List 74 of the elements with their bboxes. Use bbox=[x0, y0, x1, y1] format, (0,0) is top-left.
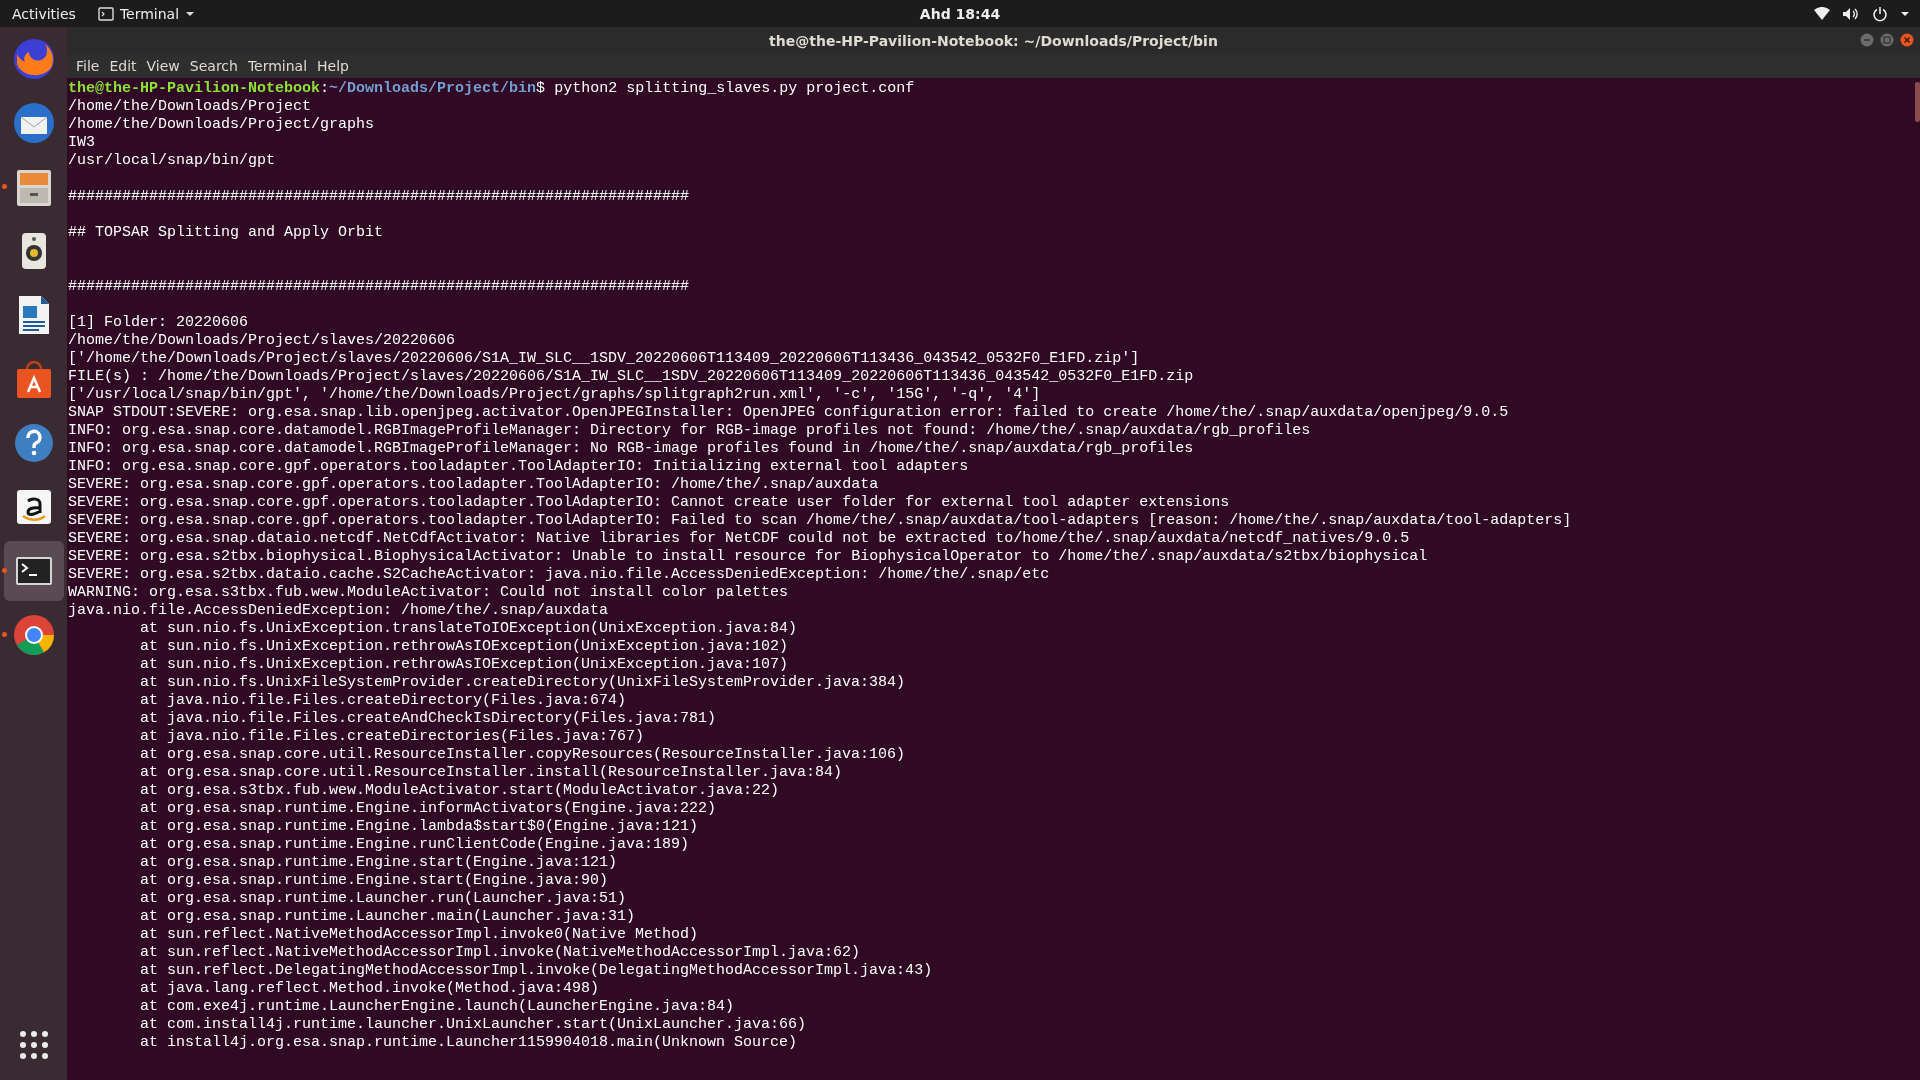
output-line: SNAP STDOUT:SEVERE: org.esa.snap.lib.openjpeg.activator.OpenJPEGInstaller: OpenJPEG configuration error: failed to create /home/the/.snap/auxdata/openjpeg/9.0.5 bbox=[68, 404, 1509, 422]
stack-trace-line: at org.esa.snap.core.util.ResourceInstaller.install(ResourceInstaller.java:84) bbox=[140, 764, 843, 782]
app-grid-icon[interactable] bbox=[18, 1030, 49, 1060]
menu-item[interactable]: View bbox=[141, 58, 185, 74]
menu-item[interactable]: File bbox=[71, 58, 105, 74]
output-line: SEVERE: org.esa.snap.core.gpf.operators.tooladapter.ToolAdapterIO: Failed to scan /home/the/.snap/auxdata/tool-adapters [reason: /home/the/.snap/auxdata/tool-adapters] bbox=[68, 512, 1572, 530]
output-line: ##################################################################### bbox=[68, 278, 690, 296]
stack-trace-line: at org.esa.snap.runtime.Engine.informActivators(Engine.java:222) bbox=[140, 800, 717, 818]
power-icon[interactable] bbox=[1872, 5, 1888, 22]
minimize-button[interactable] bbox=[1860, 33, 1874, 47]
stack-trace-line: at install4j.org.esa.snap.runtime.Launcher1159904018.main(Unknown Source) bbox=[140, 1034, 798, 1052]
output-line: SEVERE: org.esa.snap.dataio.netcdf.NetCdfActivator: Native libraries for NetCDF could not be extracted to/home/the/.snap/auxdata/netcdf_natives/9.0.5 bbox=[68, 530, 1410, 548]
output-line: INFO: org.esa.snap.core.datamodel.RGBImageProfileManager: No RGB-image profiles found in /home/the/.snap/auxdata/rgb_profiles bbox=[68, 440, 1194, 458]
dock-item[interactable] bbox=[3, 541, 64, 601]
stack-trace-line: at org.esa.snap.runtime.Engine.start(Engine.java:121) bbox=[140, 854, 618, 872]
output-line: /home/the/Downloads/Project bbox=[68, 98, 312, 116]
menu-item[interactable]: Terminal bbox=[242, 58, 313, 74]
stack-trace-line: at java.nio.file.Files.createAndCheckIsDirectory(Files.java:781) bbox=[140, 710, 717, 728]
output-line: WARNING: org.esa.s3tbx.fub.wew.ModuleActivator: Could not install color palettes bbox=[68, 584, 789, 602]
stack-trace-line: at sun.reflect.NativeMethodAccessorImpl.invoke0(Native Method) bbox=[140, 926, 699, 944]
volume-icon[interactable] bbox=[1842, 6, 1860, 21]
stack-trace-line: at sun.nio.fs.UnixException.translateToIOException(UnixException.java:84) bbox=[140, 620, 798, 638]
output-line: /home/the/Downloads/Project/graphs bbox=[68, 116, 375, 134]
stack-trace-line: at sun.reflect.DelegatingMethodAccessorImpl.invoke(DelegatingMethodAccessorImpl.java:43) bbox=[140, 962, 933, 980]
stack-trace-line: at com.exe4j.runtime.LauncherEngine.launch(LauncherEngine.java:84) bbox=[140, 998, 735, 1016]
stack-trace-line: at java.nio.file.Files.createDirectory(Files.java:674) bbox=[140, 692, 627, 710]
output-line: /usr/local/snap/bin/gpt bbox=[68, 152, 276, 170]
caret-icon bbox=[185, 10, 196, 17]
close-button[interactable] bbox=[1900, 33, 1914, 47]
running-indicator bbox=[1, 632, 7, 637]
output-line: IW3 bbox=[68, 134, 95, 152]
maximize-button[interactable] bbox=[1880, 33, 1894, 47]
menu-item[interactable]: Edit bbox=[104, 58, 142, 74]
stack-trace-line: at sun.nio.fs.UnixFileSystemProvider.createDirectory(UnixFileSystemProvider.java:384) bbox=[140, 674, 906, 692]
stack-trace-line: at org.esa.snap.runtime.Launcher.main(Launcher.java:31) bbox=[140, 908, 636, 926]
output-line: SEVERE: org.esa.snap.core.gpf.operators.tooladapter.ToolAdapterIO: /home/the/.snap/auxdata bbox=[68, 476, 879, 494]
scrollbar-thumb[interactable] bbox=[1915, 82, 1920, 122]
stack-trace-line: at org.esa.snap.core.util.ResourceInstaller.copyResources(ResourceInstaller.java:106) bbox=[140, 746, 906, 764]
output-line: ['/usr/local/snap/bin/gpt', '/home/the/Downloads/Project/graphs/splitgraph2run.xml', '-c', '15G', '-q', '4'] bbox=[68, 386, 1041, 404]
activities-button[interactable]: Activities bbox=[0, 5, 88, 22]
clock[interactable]: Ahd 18:44 bbox=[919, 5, 1001, 22]
menu-item[interactable]: Search bbox=[184, 58, 243, 74]
output-line: FILE(s) : /home/the/Downloads/Project/slaves/20220606/S1A_IW_SLC__1SDV_20220606T113409_20220606T113436_043542_0532F0_E1FD.zip bbox=[68, 368, 1194, 386]
stack-trace-line: at com.install4j.runtime.launcher.UnixLauncher.start(UnixLauncher.java:66) bbox=[140, 1016, 807, 1034]
output-line: INFO: org.esa.snap.core.datamodel.RGBImageProfileManager: Directory for RGB-image profiles not found: /home/the/.snap/auxdata/rgb_profiles bbox=[68, 422, 1311, 440]
output-line: ['/home/the/Downloads/Project/slaves/20220606/S1A_IW_SLC__1SDV_20220606T113409_20220606T113436_043542_0532F0_E1FD.zip'] bbox=[68, 350, 1140, 368]
stack-trace-line: at org.esa.s3tbx.fub.wew.ModuleActivator.start(ModuleActivator.java:22) bbox=[140, 782, 780, 800]
wifi-icon[interactable] bbox=[1814, 6, 1830, 21]
output-line: SEVERE: org.esa.snap.core.gpf.operators.tooladapter.ToolAdapterIO: Cannot create user folder for external tool adapter extensions bbox=[68, 494, 1230, 512]
stack-trace-line: at sun.nio.fs.UnixException.rethrowAsIOException(UnixException.java:102) bbox=[140, 638, 789, 656]
output-line: [1] Folder: 20220606 bbox=[68, 314, 249, 332]
prompt-line: the@the-HP-Pavilion-Notebook:~/Downloads/Project/bin$ python2 splitting_slaves.py project.conf bbox=[68, 80, 915, 98]
stack-trace-line: at java.lang.reflect.Method.invoke(Method.java:498) bbox=[140, 980, 600, 998]
output-line: ##################################################################### bbox=[68, 188, 690, 206]
stack-trace-line: at org.esa.snap.runtime.Engine.lambda$start$0(Engine.java:121) bbox=[140, 818, 699, 836]
stack-trace-line: at sun.reflect.NativeMethodAccessorImpl.invoke(NativeMethodAccessorImpl.java:62) bbox=[140, 944, 861, 962]
output-line: /home/the/Downloads/Project/slaves/20220606 bbox=[68, 332, 456, 350]
output-line: INFO: org.esa.snap.core.gpf.operators.tooladapter.ToolAdapterIO: Initializing external tool adapters bbox=[68, 458, 969, 476]
running-indicator bbox=[1, 568, 7, 573]
output-line: SEVERE: org.esa.s2tbx.dataio.cache.S2CacheActivator: java.nio.file.AccessDeniedException: /home/the/.snap/etc bbox=[68, 566, 1050, 584]
stack-trace-line: at sun.nio.fs.UnixException.rethrowAsIOException(UnixException.java:107) bbox=[140, 656, 789, 674]
stack-trace-line: at java.nio.file.Files.createDirectories(Files.java:767) bbox=[140, 728, 645, 746]
stack-trace-line: at org.esa.snap.runtime.Engine.runClientCode(Engine.java:189) bbox=[140, 836, 690, 854]
terminal-icon bbox=[97, 6, 114, 21]
stack-trace-line: at org.esa.snap.runtime.Launcher.run(Launcher.java:51) bbox=[140, 890, 627, 908]
output-line: java.nio.file.AccessDeniedException: /home/the/.snap/auxdata bbox=[68, 602, 609, 620]
stack-trace-line: at org.esa.snap.runtime.Engine.start(Engine.java:90) bbox=[140, 872, 609, 890]
menu-item[interactable]: Help bbox=[312, 58, 354, 74]
output-line: SEVERE: org.esa.s2tbx.biophysical.BiophysicalActivator: Unable to install resource for BiophysicalOperator to /home/the/.snap/auxdata/s2tbx/biophysical bbox=[68, 548, 1428, 566]
caret-icon[interactable] bbox=[1900, 10, 1910, 17]
app-menu[interactable]: Terminal bbox=[97, 5, 196, 22]
window-title: the@the-HP-Pavilion-Notebook: ~/Downloads/Project/bin bbox=[769, 32, 1218, 49]
running-indicator bbox=[1, 184, 7, 189]
output-line: ## TOPSAR Splitting and Apply Orbit bbox=[68, 224, 384, 242]
